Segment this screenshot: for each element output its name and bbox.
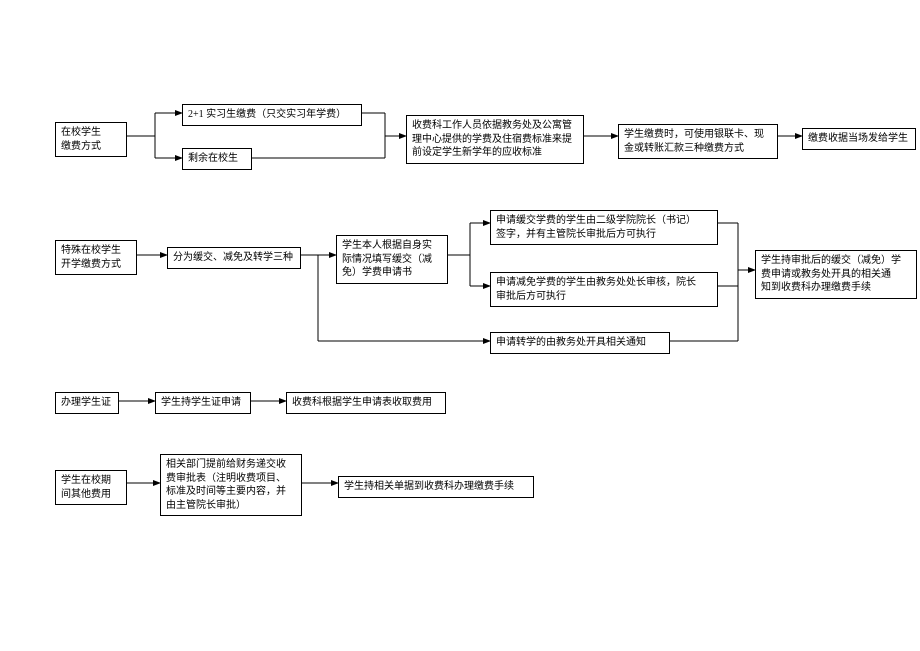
r2-defer: 申请缓交学费的学生由二级学院院长（书记）签字，并有主管院长审批后方可执行	[490, 210, 718, 245]
r1-bot-branch: 剩余在校生	[182, 148, 252, 170]
r2-end: 学生持审批后的缓交（减免）学费申请或教务处开具的相关通知到收费科办理缴费手续	[755, 250, 917, 299]
label: 相关部门提前给财务递交收费审批表（注明收费项目、标准及时间等主要内容，并由主管院…	[166, 459, 286, 511]
r2-apply: 学生本人根据自身实际情况填写缓交（减免）学费申请书	[336, 235, 448, 284]
label: 学生本人根据自身实际情况填写缓交（减免）学费申请书	[342, 240, 432, 278]
label: 特殊在校学生开学缴费方式	[61, 245, 121, 270]
label: 2+1 实习生缴费（只交实习年学费）	[188, 109, 346, 120]
label: 学生缴费时，可使用银联卡、现金或转账汇款三种缴费方式	[624, 129, 764, 154]
label: 申请减免学费的学生由教务处处长审核，院长审批后方可执行	[496, 277, 696, 302]
label: 学生持学生证申请	[161, 397, 241, 408]
r3-apply: 学生持学生证申请	[155, 392, 251, 414]
r4-end: 学生持相关单据到收费科办理缴费手续	[338, 476, 534, 498]
label: 学生持相关单据到收费科办理缴费手续	[344, 481, 514, 492]
r1-start: 在校学生缴费方式	[55, 122, 127, 157]
r1-end: 缴费收据当场发给学生	[802, 128, 916, 150]
r4-start: 学生在校期间其他费用	[55, 470, 127, 505]
r1-top-branch: 2+1 实习生缴费（只交实习年学费）	[182, 104, 362, 126]
label: 剩余在校生	[188, 153, 238, 164]
label: 学生持审批后的缓交（减免）学费申请或教务处开具的相关通知到收费科办理缴费手续	[761, 255, 901, 293]
label: 申请转学的由教务处开具相关通知	[496, 337, 646, 348]
label: 分为缓交、减免及转学三种	[173, 252, 293, 263]
label: 收费科根据学生申请表收取费用	[292, 397, 432, 408]
label: 在校学生缴费方式	[61, 127, 101, 152]
r3-charge: 收费科根据学生申请表收取费用	[286, 392, 446, 414]
r2-waive: 申请减免学费的学生由教务处处长审核，院长审批后方可执行	[490, 272, 718, 307]
label: 收费科工作人员依据教务处及公寓管理中心提供的学费及住宿费标准来提前设定学生新学年…	[412, 120, 572, 158]
r4-mid: 相关部门提前给财务递交收费审批表（注明收费项目、标准及时间等主要内容，并由主管院…	[160, 454, 302, 516]
r1-mid: 收费科工作人员依据教务处及公寓管理中心提供的学费及住宿费标准来提前设定学生新学年…	[406, 115, 584, 164]
r2-transfer: 申请转学的由教务处开具相关通知	[490, 332, 670, 354]
label: 学生在校期间其他费用	[61, 475, 111, 500]
r3-start: 办理学生证	[55, 392, 119, 414]
label: 申请缓交学费的学生由二级学院院长（书记）签字，并有主管院长审批后方可执行	[496, 215, 696, 240]
r2-start: 特殊在校学生开学缴费方式	[55, 240, 137, 275]
label: 缴费收据当场发给学生	[808, 133, 908, 144]
connectors	[0, 0, 920, 651]
r1-pay: 学生缴费时，可使用银联卡、现金或转账汇款三种缴费方式	[618, 124, 778, 159]
label: 办理学生证	[61, 397, 111, 408]
r2-types: 分为缓交、减免及转学三种	[167, 247, 301, 269]
